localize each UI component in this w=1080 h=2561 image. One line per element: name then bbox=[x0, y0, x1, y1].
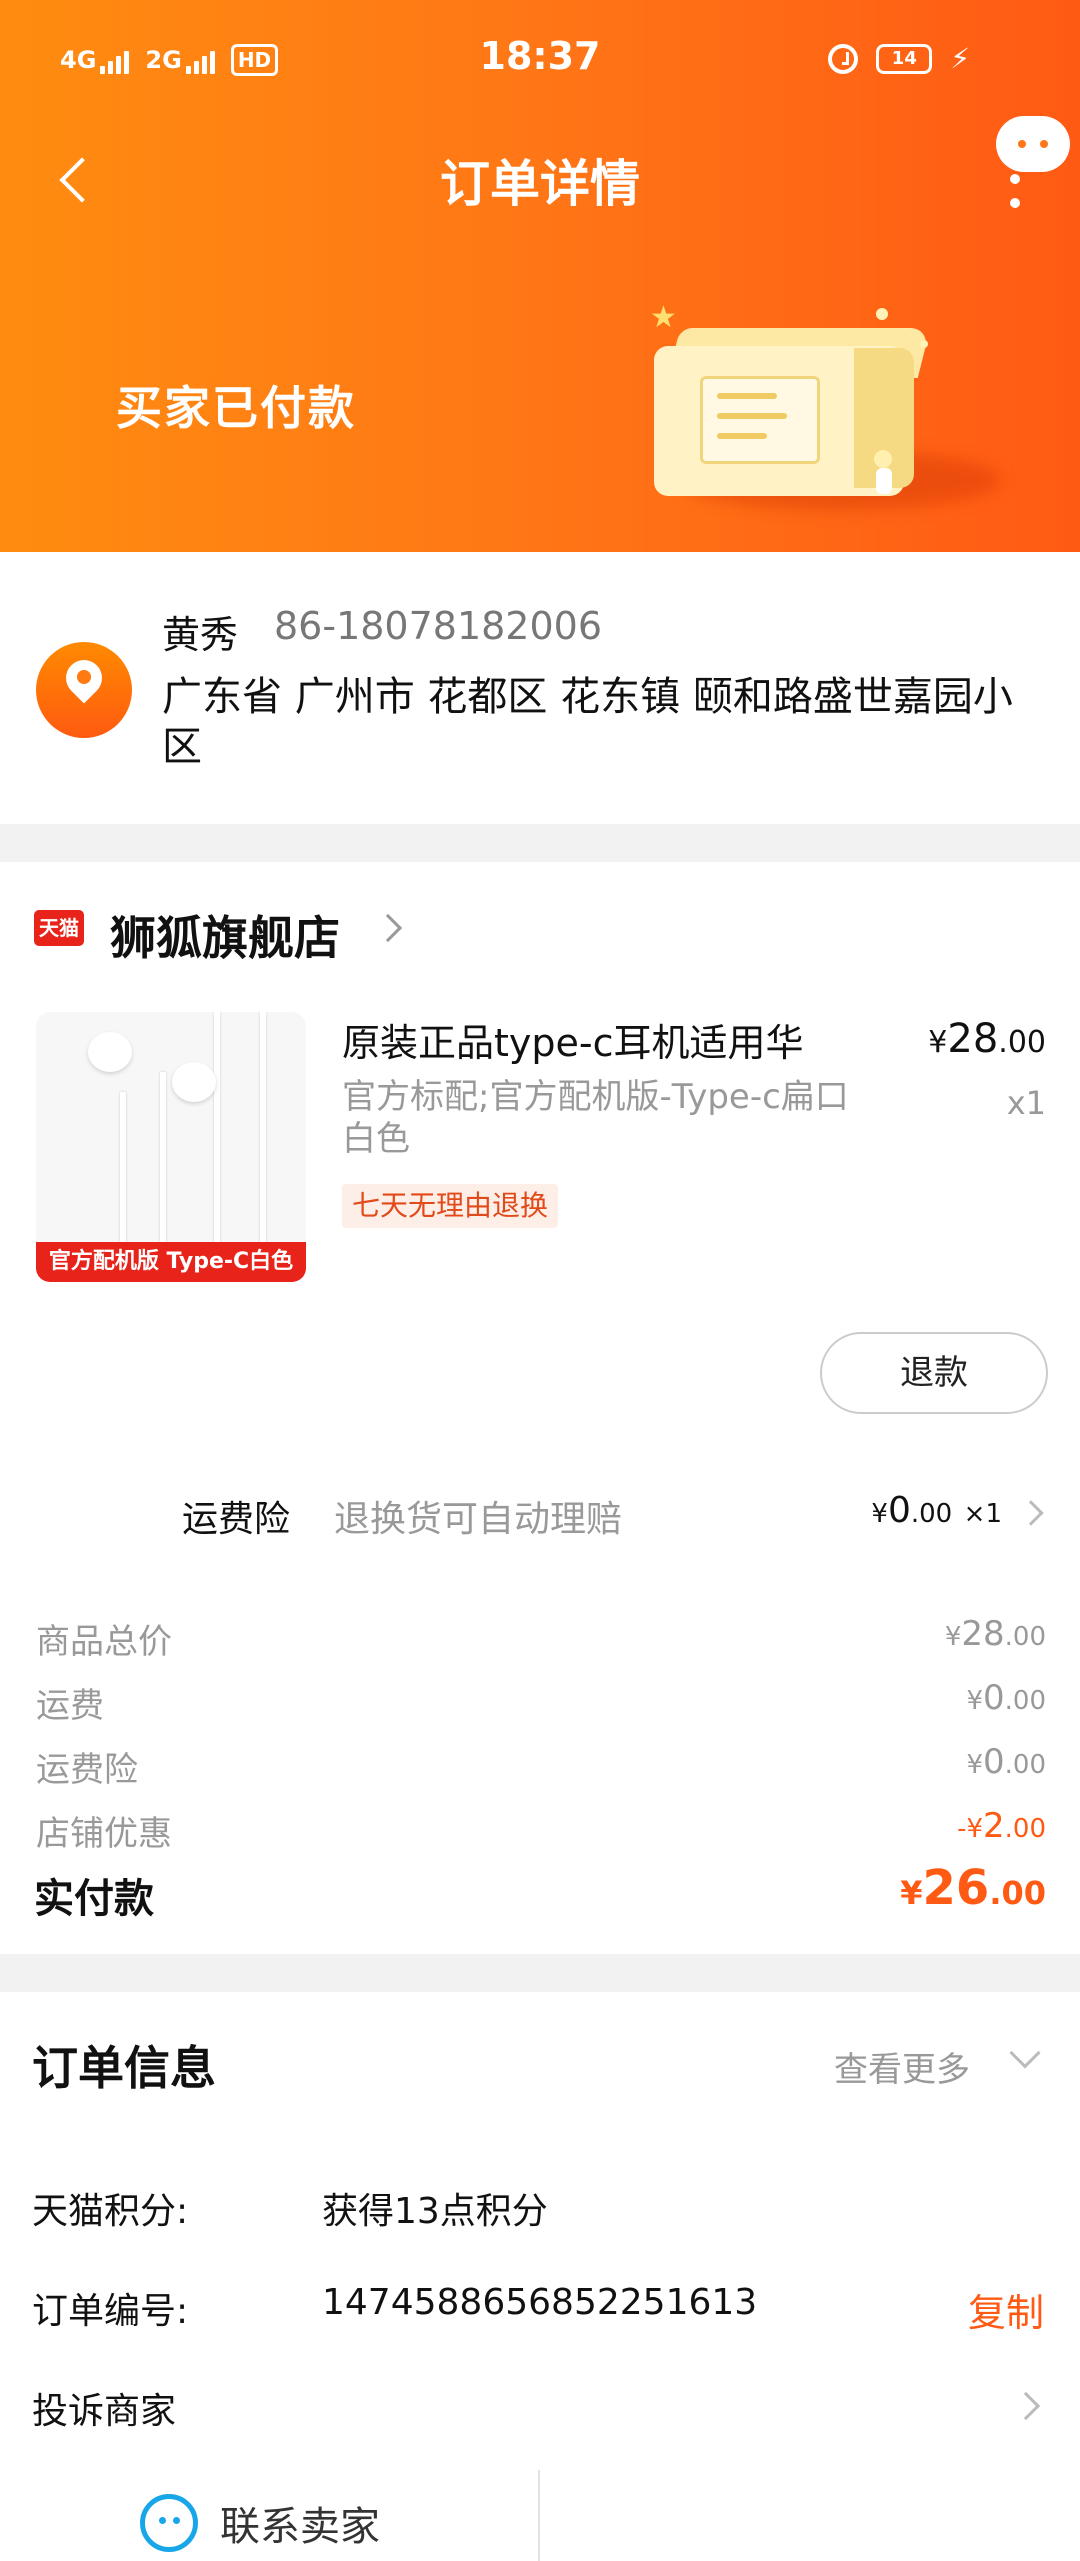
order-detail-page: 4G 2G HD 18:37 14 ⚡ 订单详情 买家已付款 ★ 黄秀 86-1… bbox=[0, 0, 1080, 2561]
view-more-link[interactable]: 查看更多 bbox=[834, 2042, 970, 2091]
order-info-card: 订单信息 查看更多 天猫积分: 获得13点积分 订单编号: 1474588656… bbox=[0, 1992, 1080, 2561]
complaint-row[interactable]: 投诉商家 bbox=[0, 2382, 1080, 2442]
total-amount: ¥26.00 bbox=[900, 1860, 1046, 1916]
refund-button[interactable]: 退款 bbox=[820, 1332, 1048, 1414]
summary-row-insurance: 运费险 ¥0.00 bbox=[36, 1742, 1046, 1790]
insurance-name: 运费险 bbox=[182, 1499, 291, 1540]
charging-icon: ⚡ bbox=[950, 42, 970, 75]
copy-button[interactable]: 复制 bbox=[968, 2282, 1044, 2337]
product-image[interactable]: 官方配机版 Type-C白色 bbox=[36, 1012, 306, 1282]
status-right: 14 ⚡ bbox=[828, 42, 970, 75]
shipping-address[interactable]: 黄秀 86-18078182006 广东省 广州市 花都区 花东镇 颐和路盛世嘉… bbox=[0, 552, 1080, 824]
insurance-desc: 退换货可自动理赔 bbox=[334, 1499, 623, 1540]
insurance-price: ¥0.00 ×1 bbox=[871, 1490, 1002, 1531]
battery-icon: 14 bbox=[876, 43, 933, 74]
order-status-text: 买家已付款 bbox=[116, 381, 356, 435]
product-spec: 官方标配;官方配机版-Type-c扁口白色 bbox=[342, 1077, 849, 1159]
message-icon[interactable] bbox=[996, 116, 1070, 172]
chevron-down-icon[interactable] bbox=[1009, 2037, 1041, 2069]
status-bar: 4G 2G HD 18:37 14 ⚡ bbox=[0, 0, 1080, 120]
recipient-name: 黄秀 bbox=[162, 613, 239, 657]
return-policy-badge: 七天无理由退换 bbox=[342, 1184, 559, 1228]
points-row: 天猫积分: 获得13点积分 bbox=[32, 2191, 548, 2232]
chat-face-icon bbox=[140, 2494, 198, 2552]
product-title[interactable]: 原装正品type-c耳机适用华 bbox=[342, 1012, 842, 1067]
recipient-address: 广东省 广州市 花都区 花东镇 颐和路盛世嘉园小区 bbox=[162, 674, 1013, 770]
store-name[interactable]: 狮狐旗舰店 bbox=[110, 902, 340, 968]
summary-row-subtotal: 商品总价 ¥28.00 bbox=[36, 1614, 1046, 1662]
total-label: 实付款 bbox=[34, 1876, 154, 1922]
product-quantity: x1 bbox=[1006, 1084, 1046, 1122]
package-illustration: ★ bbox=[640, 300, 1000, 510]
nav-bar: 订单详情 bbox=[0, 116, 1080, 230]
chevron-right-icon bbox=[1018, 1500, 1044, 1526]
order-header: 4G 2G HD 18:37 14 ⚡ 订单详情 买家已付款 ★ bbox=[0, 0, 1080, 552]
location-pin-icon bbox=[36, 642, 132, 738]
chevron-right-icon bbox=[1011, 2391, 1041, 2421]
page-title: 订单详情 bbox=[440, 155, 640, 213]
shipping-insurance-row[interactable]: 运费险 退换货可自动理赔 ¥0.00 ×1 bbox=[0, 1476, 1080, 1556]
chevron-right-icon[interactable] bbox=[373, 913, 403, 943]
order-number: 1474588656852251613 bbox=[322, 2282, 758, 2323]
summary-row-shipping: 运费 ¥0.00 bbox=[36, 1678, 1046, 1726]
contact-seller-button[interactable]: 联系卖家 bbox=[140, 2494, 380, 2552]
summary-row-total: 实付款 ¥26.00 bbox=[0, 1860, 1080, 1926]
order-number-row: 订单编号: 1474588656852251613 复制 bbox=[32, 2282, 1044, 2337]
alarm-icon bbox=[828, 43, 859, 74]
contact-seller-label: 联系卖家 bbox=[220, 2504, 380, 2550]
more-menu-icon[interactable] bbox=[1010, 174, 1020, 222]
tmall-logo: 天猫 bbox=[34, 910, 84, 946]
footer-divider bbox=[538, 2470, 540, 2561]
order-info-title: 订单信息 bbox=[32, 2041, 216, 2095]
recipient-phone: 86-18078182006 bbox=[274, 604, 603, 648]
store-card: 天猫 狮狐旗舰店 官方配机版 Type-C白色 原装正品type-c耳机适用华 … bbox=[0, 862, 1080, 1954]
product-price: ¥28.00 bbox=[928, 1016, 1046, 1062]
product-image-tag: 官方配机版 Type-C白色 bbox=[36, 1242, 306, 1282]
summary-row-discount: 店铺优惠 -¥2.00 bbox=[36, 1806, 1046, 1854]
